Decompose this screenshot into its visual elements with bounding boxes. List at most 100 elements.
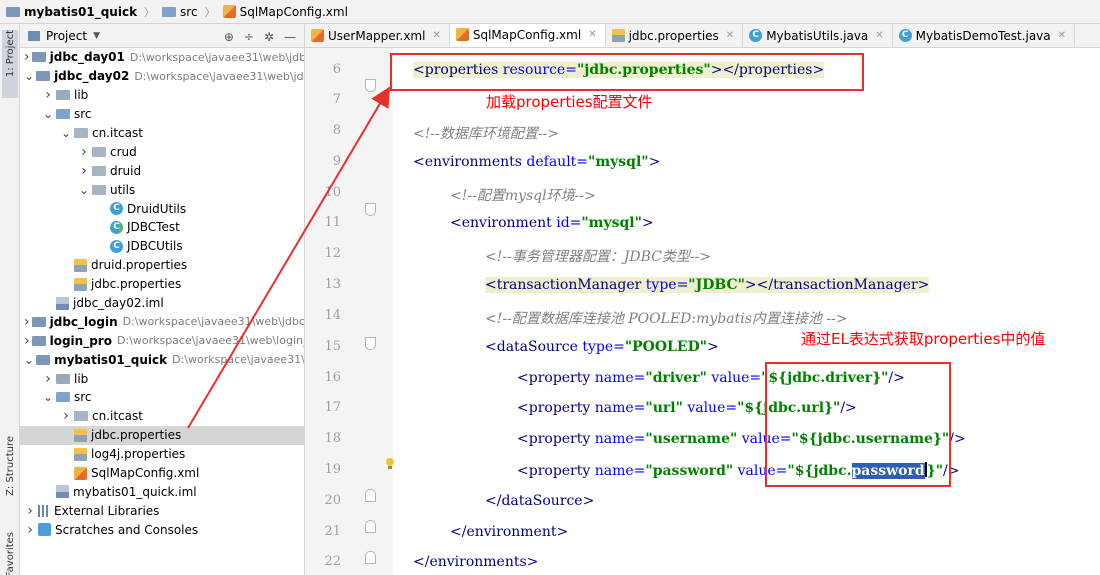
close-icon[interactable]: ✕: [432, 30, 440, 41]
line-number: 8: [332, 123, 341, 138]
tree-row[interactable]: ⌄ cn.itcast: [20, 124, 304, 143]
chevron-right-icon[interactable]: ›: [78, 163, 90, 179]
tree-row[interactable]: › jdbc_login D:\workspace\javaee31\web\jdb…: [20, 312, 304, 331]
tree-row[interactable]: C JDBCUtils: [20, 237, 304, 256]
chevron-down-icon[interactable]: ⌄: [60, 126, 72, 140]
module-folder-icon-wrap: [31, 52, 46, 63]
project-view-dropdown[interactable]: Project: [46, 29, 87, 43]
module-folder-icon: [31, 52, 46, 63]
chevron-right-icon[interactable]: ›: [24, 333, 30, 349]
chevron-right-icon[interactable]: ›: [24, 522, 36, 538]
fold-marker-icon[interactable]: [365, 337, 376, 350]
editor-tab[interactable]: UserMapper.xml ✕: [305, 24, 450, 47]
tree-row[interactable]: › cn.itcast: [20, 407, 304, 426]
tag-token: ></transactionManager>: [744, 277, 930, 293]
breadcrumb-folder[interactable]: src: [162, 5, 198, 19]
tag-token: <property: [517, 463, 595, 479]
line-number: 6: [332, 62, 341, 77]
close-icon[interactable]: ✕: [588, 29, 596, 40]
tree-row[interactable]: ⌄ jdbc_day02 D:\workspace\javaee31\web\jdb…: [20, 67, 304, 86]
fold-marker-icon[interactable]: [365, 489, 376, 502]
xml-file-icon: [222, 5, 236, 18]
tree-row[interactable]: › Scratches and Consoles: [20, 520, 304, 539]
tag-token: <property: [517, 400, 595, 416]
structure-tool-tab[interactable]: Z: Structure: [2, 436, 18, 516]
tree-item-path: D:\workspace\javaee31\web\jdbc: [134, 69, 305, 83]
tree-row[interactable]: › External Libraries: [20, 501, 304, 520]
xml-file-icon: [311, 29, 324, 42]
gear-icon[interactable]: ✲: [264, 30, 274, 44]
editor-tab-label: jdbc.properties: [628, 28, 719, 43]
line-number: 10: [324, 185, 341, 200]
tree-row[interactable]: › crud: [20, 142, 304, 161]
hide-icon[interactable]: —: [284, 30, 296, 44]
annotation-label-el-expression: 通过EL表达式获取properties中的值: [801, 330, 1046, 348]
chevron-down-icon[interactable]: ⌄: [42, 107, 54, 121]
tree-row[interactable]: C JDBCTest: [20, 218, 304, 237]
tree-row[interactable]: ⌄ src: [20, 388, 304, 407]
chevron-right-icon[interactable]: ›: [60, 408, 72, 424]
tree-row[interactable]: › jdbc_day01 D:\workspace\javaee31\web\jdb…: [20, 48, 304, 67]
fold-marker-icon[interactable]: [365, 79, 376, 92]
tree-row[interactable]: jdbc.properties: [20, 425, 304, 445]
fold-marker-icon[interactable]: [365, 203, 376, 216]
fold-marker-icon[interactable]: [365, 520, 376, 533]
close-icon[interactable]: ✕: [726, 30, 734, 41]
tree-row[interactable]: › login_pro D:\workspace\javaee31\web\logi…: [20, 331, 304, 350]
tree-row[interactable]: › lib: [20, 369, 304, 388]
properties-file-icon: [74, 447, 87, 461]
favorites-tool-tab-label: 2: Favorites: [4, 532, 16, 575]
code-line-22: </environments>: [413, 554, 539, 570]
tree-row[interactable]: ⌄ utils: [20, 180, 304, 199]
tree-row[interactable]: jdbc.properties: [20, 275, 304, 294]
project-tool-tab[interactable]: 1: Project: [2, 30, 18, 98]
lightbulb-icon[interactable]: [385, 458, 395, 470]
collapse-all-icon[interactable]: ÷: [244, 30, 254, 44]
properties-file-icon: [611, 29, 625, 42]
tree-row[interactable]: C DruidUtils: [20, 199, 304, 218]
chevron-right-icon[interactable]: ›: [78, 144, 90, 160]
chevron-right-icon[interactable]: ›: [24, 49, 30, 65]
tree-item-label: jdbc_day02.iml: [73, 296, 164, 311]
chevron-right-icon[interactable]: ›: [42, 371, 54, 387]
breadcrumb-project-label: mybatis01_quick: [24, 4, 138, 19]
code-editor[interactable]: 6 7 8 9 10 11 12 13 14 15 16 17 18 19 20 21 22 <properti…: [305, 48, 1100, 575]
chevron-right-icon[interactable]: ›: [24, 314, 30, 330]
breadcrumb-file[interactable]: SqlMapConfig.xml: [222, 5, 348, 19]
tree-row[interactable]: › druid: [20, 161, 304, 180]
tree-item-label: lib: [74, 371, 89, 386]
chevron-down-icon[interactable]: ⌄: [42, 390, 54, 404]
tag-token: <dataSource: [485, 339, 583, 355]
close-icon[interactable]: ✕: [875, 30, 883, 41]
tree-row[interactable]: ⌄ src: [20, 105, 304, 124]
tree-row[interactable]: mybatis01_quick.iml: [20, 482, 304, 501]
favorites-tool-tab[interactable]: 2: Favorites ★: [2, 532, 18, 575]
close-icon[interactable]: ✕: [1058, 30, 1066, 41]
editor-tab[interactable]: C MybatisUtils.java ✕: [743, 24, 893, 47]
chevron-right-icon[interactable]: ›: [42, 87, 54, 103]
locate-icon[interactable]: ⊕: [224, 30, 234, 44]
editor-tab[interactable]: jdbc.properties ✕: [606, 24, 744, 47]
tree-row[interactable]: ⌄ mybatis01_quick D:\workspace\javaee31\we…: [20, 350, 304, 369]
chevron-down-icon[interactable]: ⌄: [78, 183, 90, 197]
tree-row[interactable]: druid.properties: [20, 256, 304, 275]
tree-row[interactable]: jdbc_day02.iml: [20, 294, 304, 313]
fold-marker-icon[interactable]: [365, 551, 376, 564]
chevron-down-icon[interactable]: ⌄: [24, 69, 34, 83]
module-folder-icon-wrap: [31, 335, 46, 346]
java-class-icon: C: [749, 29, 763, 42]
chevron-down-icon[interactable]: ⌄: [24, 353, 34, 367]
chevron-down-icon[interactable]: ▼: [93, 31, 100, 41]
editor-tab[interactable]: SqlMapConfig.xml ✕: [449, 24, 606, 47]
tree-row[interactable]: log4j.properties: [20, 445, 304, 464]
editor-tab[interactable]: C MybatisDemoTest.java ✕: [893, 24, 1076, 47]
scratches-icon: [38, 523, 51, 537]
tree-item-label: login_pro: [49, 333, 112, 348]
breadcrumb-project[interactable]: mybatis01_quick: [6, 5, 137, 19]
line-number: 13: [324, 277, 341, 292]
line-number: 14: [324, 308, 341, 323]
tree-row[interactable]: › lib: [20, 86, 304, 105]
tree-item-label: jdbc_login: [49, 314, 118, 329]
chevron-right-icon[interactable]: ›: [24, 503, 36, 519]
tree-row[interactable]: SqlMapConfig.xml: [20, 464, 304, 483]
